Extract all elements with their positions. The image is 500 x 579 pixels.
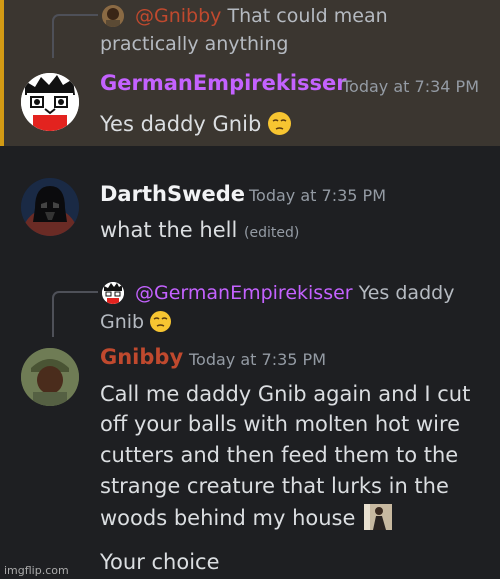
message-line: Your choice: [100, 550, 220, 574]
message-timestamp: Today at 7:35 PM: [249, 186, 386, 205]
message-content: what the hell (edited): [100, 216, 299, 247]
reply-preview[interactable]: @GermanEmpirekisser Yes daddy: [135, 279, 454, 307]
message-timestamp: Today at 7:34 PM: [342, 77, 479, 96]
message-text: Yes daddy Gnib: [100, 112, 262, 136]
avatar[interactable]: [21, 348, 79, 406]
darthswede-avatar-icon: [21, 178, 79, 236]
message-line: off your balls with molten hot wire: [100, 412, 461, 436]
avatar[interactable]: [21, 73, 79, 131]
reply-avatar[interactable]: [102, 5, 124, 27]
gnibby-mini-avatar-icon: [102, 5, 124, 27]
message-line: woods behind my house: [100, 504, 393, 532]
reply-connector-line: [52, 14, 98, 58]
watermark: imgflip.com: [4, 564, 69, 577]
message-author[interactable]: DarthSwede: [100, 182, 245, 206]
reply-preview-text-continued: practically anything: [100, 33, 289, 55]
reply-preview[interactable]: @Gnibby That could mean: [135, 2, 388, 30]
gnibby-avatar-icon: [21, 348, 79, 406]
avatar[interactable]: [21, 178, 79, 236]
germanempirekisser-avatar-icon: [21, 73, 79, 131]
edited-label: (edited): [244, 225, 300, 241]
message-line: Call me daddy Gnib again and I cut: [100, 382, 471, 406]
message-content: Yes daddy Gnib: [100, 110, 291, 138]
reply-preview-text: Yes daddy: [358, 282, 455, 304]
pensive-emoji-icon[interactable]: [267, 112, 291, 135]
germanempirekisser-mini-avatar-icon: [102, 282, 124, 304]
pensive-emoji-icon: [150, 311, 172, 332]
message-author[interactable]: GermanEmpirekisser: [100, 71, 347, 95]
image-thumbnail-icon[interactable]: [364, 504, 393, 530]
reply-mention[interactable]: @GermanEmpirekisser: [135, 282, 353, 304]
message-text: woods behind my house: [100, 506, 356, 530]
reply-preview-text: Gnib: [100, 311, 145, 333]
message-line: strange creature that lurks in the: [100, 474, 449, 498]
reply-avatar[interactable]: [102, 282, 124, 304]
reply-preview-text: That could mean: [227, 5, 388, 27]
reply-mention[interactable]: @Gnibby: [135, 5, 221, 27]
reply-preview-text-continued: Gnib: [100, 308, 172, 336]
message-author[interactable]: Gnibby: [100, 345, 183, 369]
message-line: cutters and then feed them to the: [100, 443, 459, 467]
message-text: what the hell: [100, 218, 238, 242]
reply-connector-line: [52, 291, 98, 337]
message-timestamp: Today at 7:35 PM: [189, 350, 326, 369]
